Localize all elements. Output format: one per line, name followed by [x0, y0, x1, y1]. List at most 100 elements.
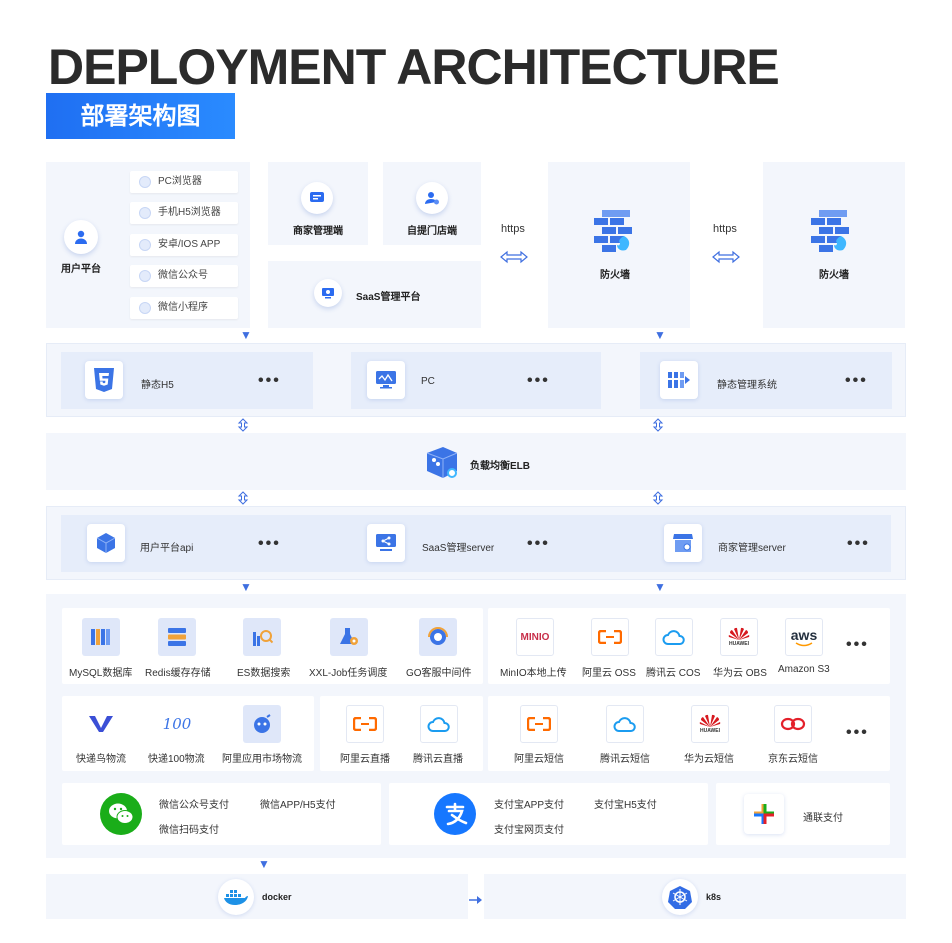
user-platform-label: 用户平台: [61, 264, 101, 275]
payment-label: 支付宝网页支付: [494, 825, 564, 836]
sms-label: 腾讯云短信: [600, 754, 650, 765]
saas-server-label: SaaS管理server: [422, 543, 495, 554]
ali-market-icon: [243, 705, 281, 743]
middleware-label: MySQL数据库: [69, 668, 133, 679]
more-icon: •••: [846, 636, 869, 653]
xxl-job-icon: [330, 618, 368, 656]
storage-label: 华为云 OBS: [713, 668, 767, 679]
pickup-store-label: 自提门店端: [407, 226, 457, 237]
tencent-live-icon: [420, 705, 458, 743]
saas-platform-label: SaaS管理平台: [356, 292, 421, 303]
bidirectional-arrow-icon: [712, 250, 740, 269]
more-icon: •••: [527, 372, 550, 389]
middleware-label: XXL-Job任务调度: [309, 668, 388, 679]
down-arrow-icon: ▼: [240, 580, 252, 594]
app-icon: [139, 239, 151, 251]
more-icon: •••: [847, 535, 870, 552]
alipay-icon: [434, 793, 476, 835]
client-item: 微信小程序: [130, 297, 238, 319]
logistics-card: 快递鸟物流 100 快递100物流 阿里应用市场物流: [62, 696, 314, 771]
customer-service-icon: [419, 618, 457, 656]
page-title: DEPLOYMENT ARCHITECTURE: [48, 39, 780, 95]
monitor-icon: [367, 361, 405, 399]
html5-icon: [85, 361, 123, 399]
middleware-card: MySQL数据库 Redis缓存存储 ES数据搜索 XXL-Job任务调度 GO…: [62, 608, 483, 684]
browser-icon: [139, 176, 151, 188]
redis-icon: [158, 618, 196, 656]
wechat-pay-card: 微信公众号支付 微信APP/H5支付 微信扫码支付: [62, 783, 381, 845]
firewall-panel-2: 防火墙: [763, 162, 905, 328]
logistics-label: 快递鸟物流: [76, 754, 126, 765]
payment-label: 微信APP/H5支付: [260, 800, 336, 811]
pickup-store-icon: [416, 182, 448, 214]
more-icon: •••: [258, 372, 281, 389]
merchant-admin-icon: [301, 182, 333, 214]
huawei-sms-icon: HUAWEI: [691, 705, 729, 743]
more-icon: •••: [258, 535, 281, 552]
docker-label: docker: [262, 892, 292, 902]
more-icon: •••: [845, 372, 868, 389]
static-h5-label: 静态H5: [141, 380, 174, 391]
payment-label: 通联支付: [803, 813, 843, 824]
sms-label: 华为云短信: [684, 754, 734, 765]
docker-icon: [218, 879, 254, 915]
user-api-label: 用户平台api: [140, 543, 194, 554]
load-balancer-icon: [424, 445, 460, 484]
wechat-official-icon: [139, 270, 151, 282]
admin-system-icon: [660, 361, 698, 399]
tencent-cloud-icon: [655, 618, 693, 656]
tencent-sms-icon: [606, 705, 644, 743]
sms-label: 京东云短信: [768, 754, 818, 765]
allinpay-icon: [744, 794, 784, 834]
firewall-label-2: 防火墙: [819, 270, 849, 281]
client-item: 微信公众号: [130, 265, 238, 287]
firewall-label-1: 防火墙: [600, 270, 630, 281]
client-item: PC浏览器: [130, 171, 238, 193]
firewall-panel-1: 防火墙: [548, 162, 690, 328]
static-h5-card: 静态H5 •••: [61, 352, 313, 409]
user-platform-panel: 用户平台 PC浏览器 手机H5浏览器 安卓/IOS APP 微信公众号 微信小程…: [46, 162, 250, 328]
https-label: https: [713, 223, 737, 235]
wechat-icon: [100, 793, 142, 835]
sms-label: 阿里云短信: [514, 754, 564, 765]
storage-card: MINIO MinIO本地上传 阿里云 OSS 腾讯云 COS HUAWEI 华…: [488, 608, 890, 684]
storage-label: 阿里云 OSS: [582, 668, 636, 679]
middleware-label: ES数据搜索: [237, 668, 291, 679]
mobile-h5-icon: [139, 207, 151, 219]
huawei-icon: HUAWEI: [720, 618, 758, 656]
more-icon: •••: [527, 535, 550, 552]
aliyun-live-icon: [346, 705, 384, 743]
page-subtitle: 部署架构图: [46, 93, 235, 139]
k8s-panel: k8s: [484, 874, 906, 919]
client-item: 手机H5浏览器: [130, 202, 238, 224]
kdniao-icon: [82, 705, 120, 743]
docker-panel: docker: [46, 874, 468, 919]
static-layer: 静态H5 ••• PC ••• 静态管理系统 •••: [46, 343, 906, 417]
more-icon: •••: [846, 724, 869, 741]
mysql-icon: [82, 618, 120, 656]
aliyun-sms-icon: [520, 705, 558, 743]
firewall-icon: [594, 210, 638, 257]
down-arrow-icon: ▼: [654, 328, 666, 342]
alipay-card: 支付宝APP支付 支付宝H5支付 支付宝网页支付: [389, 783, 708, 845]
logistics-label: 快递100物流: [148, 754, 205, 765]
kuaidi100-icon: 100: [158, 705, 196, 743]
right-arrow-icon: [469, 892, 483, 910]
merchant-server-label: 商家管理server: [718, 543, 786, 554]
store-icon: [664, 524, 702, 562]
jdcloud-icon: [774, 705, 812, 743]
live-label: 腾讯云直播: [413, 754, 463, 765]
saas-platform-panel: SaaS管理平台: [268, 261, 481, 328]
middleware-label: Redis缓存存储: [145, 668, 211, 679]
storage-label: Amazon S3: [778, 664, 830, 675]
storage-label: 腾讯云 COS: [646, 668, 701, 679]
kubernetes-icon: [662, 879, 698, 915]
storage-label: MinIO本地上传: [500, 668, 567, 679]
allinpay-card: 通联支付: [716, 783, 890, 845]
payment-label: 支付宝APP支付: [494, 800, 565, 811]
bidirectional-arrow-icon: [500, 250, 528, 269]
pickup-store-panel: 自提门店端: [383, 162, 481, 245]
server-layer: 用户平台api ••• SaaS管理server ••• 商家管理server …: [46, 506, 906, 580]
sms-card: 阿里云短信 腾讯云短信 HUAWEI 华为云短信 京东云短信 •••: [488, 696, 890, 771]
elb-layer: 负载均衡ELB: [46, 433, 906, 490]
